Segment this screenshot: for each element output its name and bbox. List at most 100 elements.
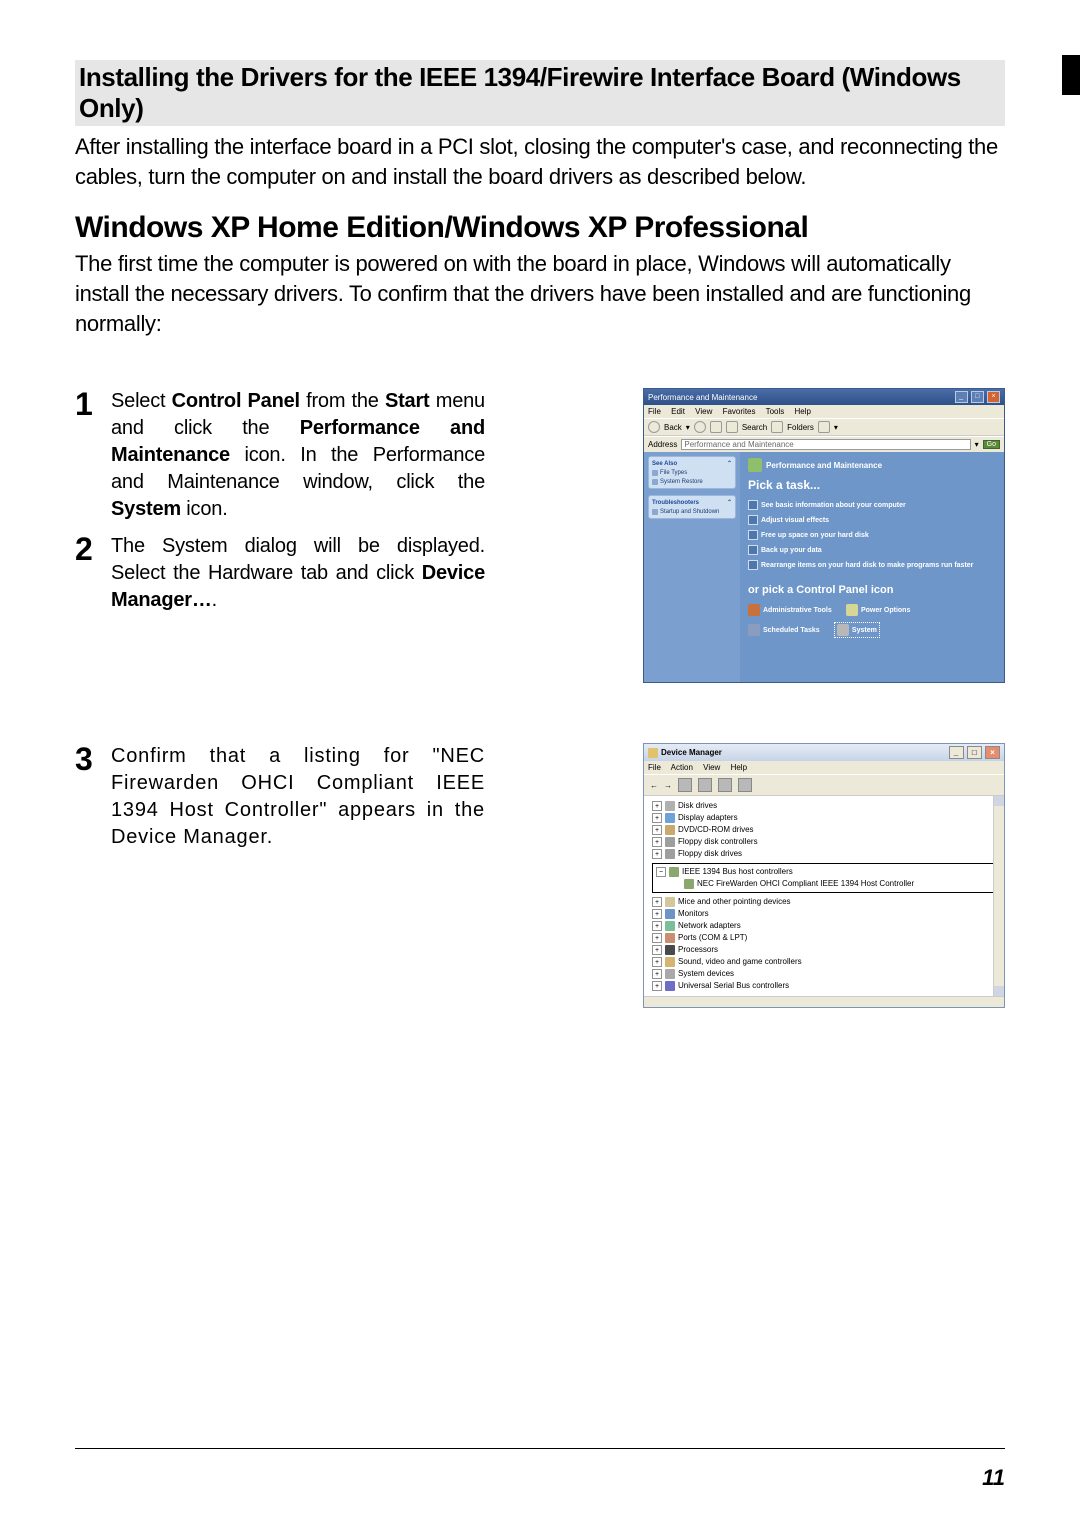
expand-icon[interactable]: + [652, 897, 662, 907]
maximize-button[interactable]: □ [971, 391, 984, 403]
step-body: The System dialog will be displayed. Sel… [111, 533, 485, 614]
expand-icon[interactable]: + [652, 921, 662, 931]
maximize-button[interactable]: □ [967, 746, 982, 759]
task-link-visual-effects[interactable]: Adjust visual effects [748, 515, 996, 525]
task-link-backup[interactable]: Back up your data [748, 545, 996, 555]
search-button[interactable]: Search [742, 423, 767, 432]
tree-node-monitors[interactable]: +Monitors [652, 908, 996, 920]
node-label: Network adapters [678, 920, 741, 932]
highlighted-node-group: −IEEE 1394 Bus host controllers NEC Fire… [652, 863, 996, 893]
task-link-free-space[interactable]: Free up space on your hard disk [748, 530, 996, 540]
cp-icon-admin-tools[interactable]: Administrative Tools [748, 604, 832, 616]
status-bar [644, 996, 1004, 1007]
menu-favorites[interactable]: Favorites [723, 407, 756, 416]
expand-icon[interactable]: + [652, 813, 662, 823]
cp-icon-power-options[interactable]: Power Options [846, 604, 910, 616]
tree-node-processors[interactable]: +Processors [652, 944, 996, 956]
tree-node-ieee1394[interactable]: −IEEE 1394 Bus host controllers [656, 866, 992, 878]
cp-icon-system[interactable]: System [834, 622, 880, 638]
views-icon[interactable] [818, 421, 830, 433]
tree-node-usb[interactable]: +Universal Serial Bus controllers [652, 980, 996, 992]
tree-node-dvd[interactable]: +DVD/CD-ROM drives [652, 824, 996, 836]
section-title: Installing the Drivers for the IEEE 1394… [75, 60, 1005, 126]
tree-node-ports[interactable]: + Ports (COM & LPT) [652, 932, 996, 944]
expand-icon[interactable]: + [652, 945, 662, 955]
menu-action[interactable]: Action [671, 763, 693, 772]
expand-icon[interactable]: + [652, 957, 662, 967]
tree-node-network[interactable]: + Network adapters [652, 920, 996, 932]
task-link-defrag[interactable]: Rearrange items on your hard disk to mak… [748, 560, 996, 570]
monitor-icon [665, 909, 675, 919]
menu-file[interactable]: File [648, 763, 661, 772]
device-manager-icon [648, 748, 658, 758]
window-titlebar[interactable]: Performance and Maintenance _ □ × [644, 389, 1004, 405]
pick-a-task-heading: Pick a task... [748, 478, 996, 492]
forward-arrow-icon[interactable]: → [664, 781, 672, 790]
expand-icon[interactable]: + [652, 933, 662, 943]
back-dropdown[interactable]: ▾ [686, 423, 690, 432]
cp-icon-scheduled-tasks[interactable]: Scheduled Tasks [748, 624, 820, 636]
forward-icon[interactable] [694, 421, 706, 433]
node-label: Sound, video and game controllers [678, 956, 802, 968]
tree-node-nec-firewarden[interactable]: NEC FireWarden OHCI Compliant IEEE 1394 … [684, 878, 992, 890]
back-icon[interactable] [648, 421, 660, 433]
back-arrow-icon[interactable]: ← [650, 781, 658, 790]
toolbar-icon[interactable] [738, 778, 752, 792]
step-block-2: 3 Confirm that a listing for "NEC Firewa… [75, 743, 1005, 1008]
tree-node-display-adapters[interactable]: +Display adapters [652, 812, 996, 824]
scrollbar[interactable] [993, 796, 1004, 996]
tree-node-disk-drives[interactable]: +Disk drives [652, 800, 996, 812]
side-item-filetypes[interactable]: File Types [652, 470, 732, 476]
side-item-startup-shutdown[interactable]: Startup and Shutdown [652, 509, 732, 515]
menu-file[interactable]: File [648, 407, 661, 416]
expand-icon[interactable]: + [652, 909, 662, 919]
system-device-icon [665, 969, 675, 979]
toolbar-icon[interactable] [698, 778, 712, 792]
folders-button[interactable]: Folders [787, 423, 814, 432]
collapse-icon[interactable]: − [656, 867, 666, 877]
toolbar-icon[interactable] [718, 778, 732, 792]
expand-icon[interactable]: + [652, 849, 662, 859]
tree-node-mice[interactable]: + Mice and other pointing devices [652, 896, 996, 908]
menu-help[interactable]: Help [731, 763, 747, 772]
window-titlebar[interactable]: Device Manager _ □ × [644, 744, 1004, 761]
tree-node-system-devices[interactable]: +System devices [652, 968, 996, 980]
task-link-basic-info[interactable]: See basic information about your compute… [748, 500, 996, 510]
collapse-icon[interactable]: ⌃ [727, 460, 732, 467]
address-dropdown[interactable]: ▾ [975, 440, 979, 449]
expand-icon[interactable]: + [652, 969, 662, 979]
up-icon[interactable] [710, 421, 722, 433]
side-item-system-restore[interactable]: System Restore [652, 479, 732, 485]
page-number: 11 [982, 1465, 1005, 1491]
expand-icon[interactable]: + [652, 825, 662, 835]
main-panel: Performance and Maintenance Pick a task.… [740, 452, 1004, 682]
go-button[interactable]: Go [983, 440, 1000, 449]
tree-node-floppy-controllers[interactable]: +Floppy disk controllers [652, 836, 996, 848]
minimize-button[interactable]: _ [949, 746, 964, 759]
tree-node-floppy-drives[interactable]: +Floppy disk drives [652, 848, 996, 860]
footer-rule [75, 1448, 1005, 1449]
expand-icon[interactable]: + [652, 837, 662, 847]
views-dropdown[interactable]: ▾ [834, 423, 838, 432]
expand-icon[interactable]: + [652, 981, 662, 991]
node-label: Mice and other pointing devices [678, 896, 791, 908]
minimize-button[interactable]: _ [955, 391, 968, 403]
menu-tools[interactable]: Tools [766, 407, 785, 416]
menu-view[interactable]: View [695, 407, 712, 416]
ieee1394-icon [669, 867, 679, 877]
folders-icon[interactable] [771, 421, 783, 433]
tree-node-sound[interactable]: + Sound, video and game controllers [652, 956, 996, 968]
close-button[interactable]: × [987, 391, 1000, 403]
node-label: Ports (COM & LPT) [678, 932, 747, 944]
address-field[interactable]: Performance and Maintenance [681, 439, 970, 450]
window-title: Device Manager [661, 748, 722, 757]
toolbar-icon[interactable] [678, 778, 692, 792]
back-button[interactable]: Back [664, 423, 682, 432]
close-button[interactable]: × [985, 746, 1000, 759]
expand-icon[interactable]: + [652, 801, 662, 811]
menu-edit[interactable]: Edit [671, 407, 685, 416]
menu-help[interactable]: Help [795, 407, 811, 416]
search-icon[interactable] [726, 421, 738, 433]
collapse-icon[interactable]: ⌃ [727, 499, 732, 506]
menu-view[interactable]: View [703, 763, 720, 772]
